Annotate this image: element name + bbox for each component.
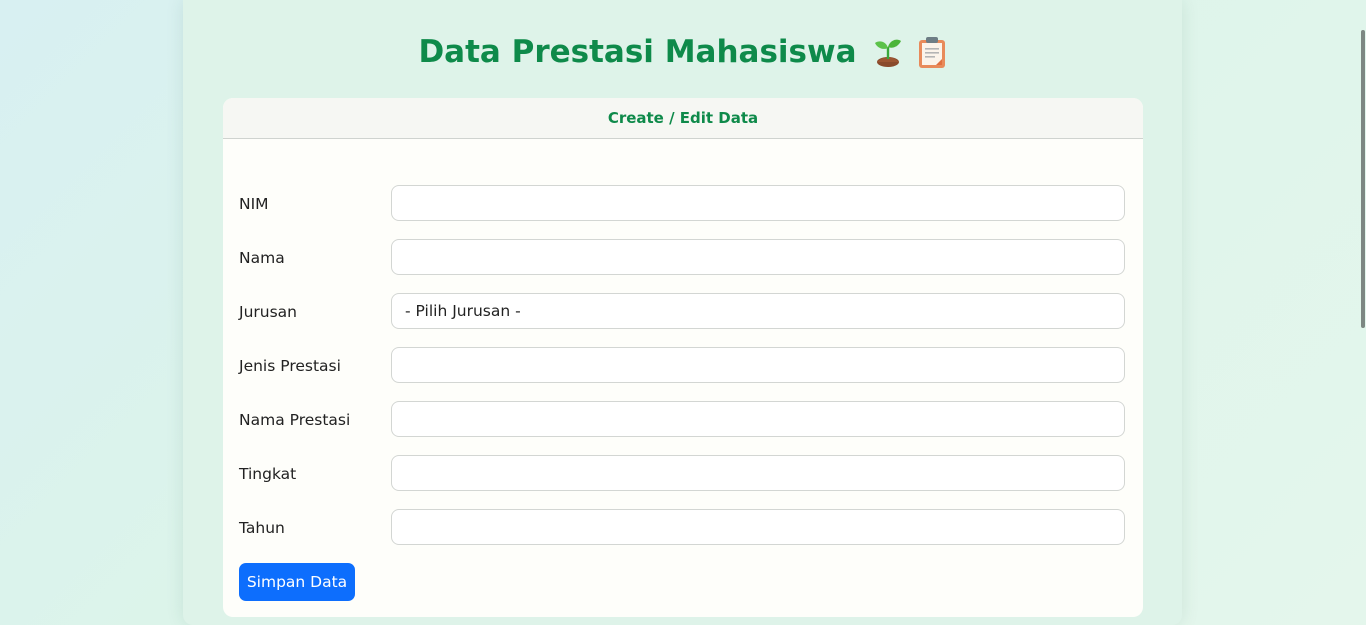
nama-label: Nama	[239, 249, 285, 267]
save-button[interactable]: Simpan Data	[239, 563, 355, 601]
page-scrollbar[interactable]	[1358, 0, 1366, 625]
tahun-label: Tahun	[239, 519, 285, 537]
jurusan-select[interactable]: - Pilih Jurusan -	[391, 293, 1125, 329]
card-title: Create / Edit Data	[607, 109, 759, 127]
form-row-tahun: Tahun	[239, 509, 1127, 547]
form-row-tingkat: Tingkat	[239, 455, 1127, 493]
tingkat-label: Tingkat	[239, 465, 297, 483]
page-title: Data Prestasi Mahasiswa	[418, 34, 857, 70]
jenis-prestasi-label: Jenis Prestasi	[239, 357, 341, 375]
card-header: Create / Edit Data	[223, 98, 1143, 139]
nama-prestasi-label: Nama Prestasi	[239, 411, 351, 429]
form-row-nama: Nama	[239, 239, 1127, 277]
nim-label: NIM	[239, 195, 269, 213]
seedling-icon	[874, 39, 901, 67]
title-icons	[871, 35, 947, 69]
tahun-input[interactable]	[391, 509, 1125, 545]
form-row-jenis-prestasi: Jenis Prestasi	[239, 347, 1127, 385]
main-container: Data Prestasi Mahasiswa Create / Edit Da…	[183, 0, 1182, 625]
nama-input[interactable]	[391, 239, 1125, 275]
nim-input[interactable]	[391, 185, 1125, 221]
jurusan-label: Jurusan	[239, 303, 297, 321]
form-row-nim: NIM	[239, 185, 1127, 223]
clipboard-icon	[918, 37, 945, 68]
page-title-row: Data Prestasi Mahasiswa	[183, 30, 1182, 74]
tingkat-input[interactable]	[391, 455, 1125, 491]
form-card: Create / Edit Data NIM Nama Jurusan - Pi…	[223, 98, 1143, 617]
form-row-nama-prestasi: Nama Prestasi	[239, 401, 1127, 439]
scrollbar-thumb[interactable]	[1361, 30, 1365, 328]
jenis-prestasi-input[interactable]	[391, 347, 1125, 383]
form-row-jurusan: Jurusan - Pilih Jurusan -	[239, 293, 1127, 331]
nama-prestasi-input[interactable]	[391, 401, 1125, 437]
